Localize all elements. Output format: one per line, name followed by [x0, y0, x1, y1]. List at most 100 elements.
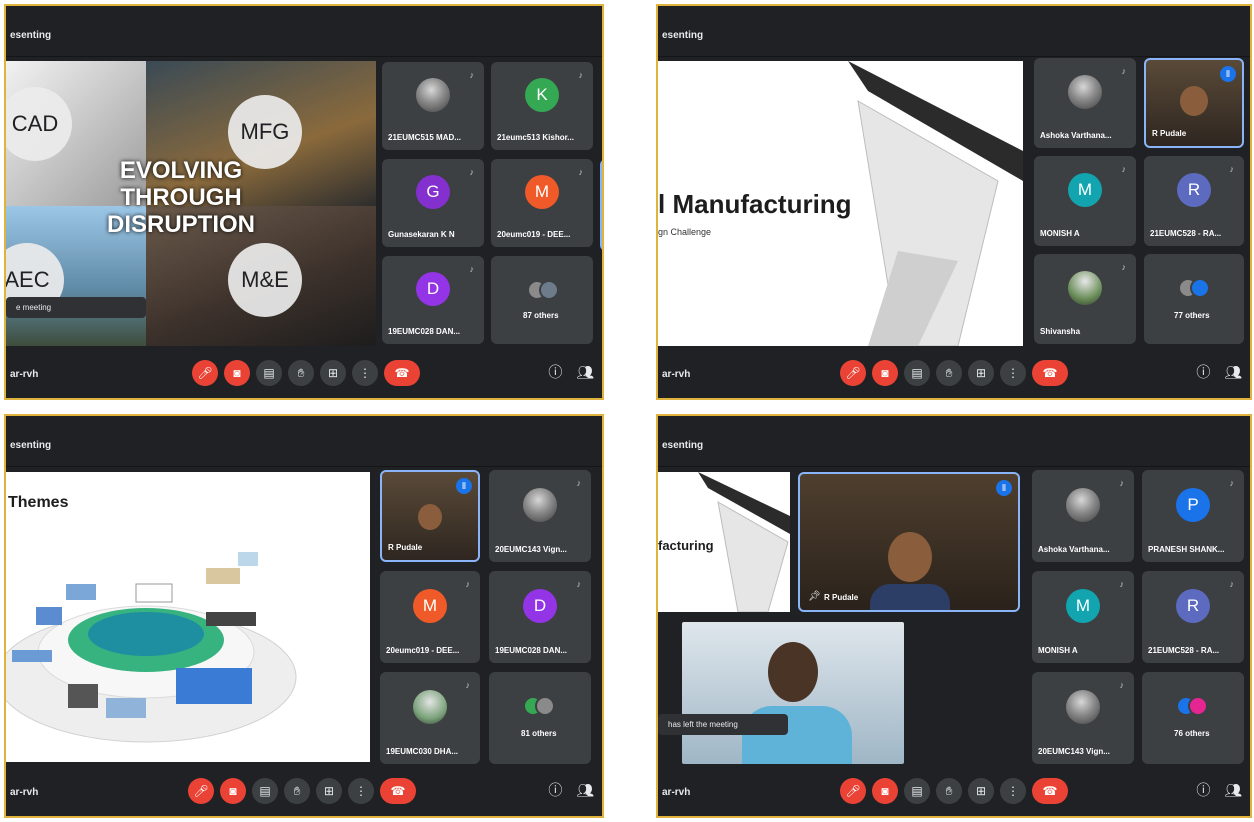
participant-name: 19EUMC028 DAN... [388, 327, 461, 336]
participant-tile[interactable]: K ♪ 21eumc513 Kishor... [491, 62, 593, 150]
participant-tile[interactable]: ♪ Ashoka Varthana... [1032, 470, 1134, 562]
more-options-button[interactable]: ⋮ [1000, 778, 1026, 804]
participant-name: 21eumc513 Kishor... [497, 133, 574, 142]
speaking-indicator-icon: ⦀ [456, 478, 472, 494]
captions-button[interactable]: ▤ [256, 360, 282, 386]
mic-off-button[interactable]: 🎤︎ [840, 360, 866, 386]
participant-tile[interactable]: D ♪ 19EUMC028 DAN... [382, 256, 484, 344]
others-tile[interactable]: 76 others [1142, 672, 1244, 764]
participant-video-tile[interactable]: ⦀ R Pudale [1144, 58, 1244, 148]
camera-off-button[interactable]: ◙ [220, 778, 246, 804]
participant-avatar: R [1176, 588, 1210, 623]
participant-tile[interactable]: ♪ 20EUMC143 Vign... [489, 470, 591, 562]
others-avatar [1188, 696, 1208, 716]
leave-call-button[interactable]: ☎︎ [384, 360, 420, 386]
participant-tile[interactable]: M ♪ MONISH A [1034, 156, 1136, 246]
mic-off-button[interactable]: 🎤︎ [188, 778, 214, 804]
participant-photo [1066, 487, 1100, 522]
others-avatar [539, 280, 559, 300]
others-avatar [535, 696, 555, 716]
raise-hand-button[interactable]: ✋︎ [288, 360, 314, 386]
raise-hand-button[interactable]: ✋︎ [284, 778, 310, 804]
presenting-label: esenting [662, 440, 704, 451]
mic-off-button[interactable]: 🎤︎ [192, 360, 218, 386]
presenting-label: esenting [10, 30, 52, 41]
presenting-bar: esenting [658, 6, 1250, 57]
leave-call-button[interactable]: ☎︎ [1032, 360, 1068, 386]
meet-panel-4: esenting facturing ⦀ 📌︎ R Pudale has lef… [656, 414, 1252, 818]
people-icon[interactable]: 👥︎ [576, 364, 594, 380]
participant-tile[interactable]: M ♪ 20eumc019 - DEE... [380, 571, 480, 663]
captions-button[interactable]: ▤ [904, 778, 930, 804]
participant-tile[interactable]: ♪ Shivansha [1034, 254, 1136, 344]
slide-subtitle: gn Challenge [658, 227, 712, 237]
presenter-video-tile[interactable]: ⦀ 📌︎ R Pudale [798, 472, 1020, 612]
mic-off-icon: ♪ [576, 478, 582, 488]
meeting-code: ar-rvh [10, 787, 39, 798]
captions-button[interactable]: ▤ [252, 778, 278, 804]
present-button[interactable]: ⊞ [968, 360, 994, 386]
present-button[interactable]: ⊞ [320, 360, 346, 386]
participant-name: 19EUMC028 DAN... [495, 646, 568, 655]
others-tile[interactable]: 77 others [1144, 254, 1244, 344]
participant-name: 20EUMC143 Vign... [495, 545, 567, 554]
others-tile[interactable]: 81 others [489, 672, 591, 764]
more-options-button[interactable]: ⋮ [348, 778, 374, 804]
participant-tile[interactable]: R ♪ 21EUMC528 - RA... [1144, 156, 1244, 246]
mic-off-icon: ♪ [469, 264, 475, 274]
left-meeting-toast: has left the meeting [658, 714, 788, 735]
call-controls: 🎤︎ ◙ ▤ ✋︎ ⊞ ⋮ ☎︎ [840, 360, 1070, 386]
participant-tile[interactable]: M ♪ MONISH A [1032, 571, 1134, 663]
others-count: 81 others [521, 729, 557, 738]
participant-tile[interactable]: P ♪ PRANESH SHANK... [1142, 470, 1244, 562]
presentation-slide: l Manufacturing gn Challenge [658, 61, 1023, 346]
participant-name: 21EUMC528 - RA... [1150, 229, 1222, 238]
participant-tile[interactable]: ♪ 20EUMC143 Vign... [1032, 672, 1134, 764]
presentation-slide: Themes [6, 472, 370, 762]
mic-off-button[interactable]: 🎤︎ [840, 778, 866, 804]
people-icon[interactable]: 👥︎ [1224, 782, 1242, 798]
mic-off-icon: ♪ [1119, 478, 1125, 488]
info-icon[interactable]: ⓘ [1196, 782, 1210, 798]
participant-name: MONISH A [1038, 646, 1078, 655]
camera-off-button[interactable]: ◙ [872, 778, 898, 804]
meeting-code: ar-rvh [10, 369, 39, 380]
participant-tile[interactable]: ♪ Ashoka Varthana... [1034, 58, 1136, 148]
call-controls: 🎤︎ ◙ ▤ ✋︎ ⊞ ⋮ ☎︎ [188, 778, 418, 804]
participant-tile[interactable]: R ♪ 21EUMC528 - RA... [1142, 571, 1244, 663]
participant-name: 21EUMC528 - RA... [1148, 646, 1220, 655]
leave-call-button[interactable]: ☎︎ [380, 778, 416, 804]
right-icons: ⓘ 👥︎ [1196, 362, 1242, 382]
camera-off-button[interactable]: ◙ [872, 360, 898, 386]
people-icon[interactable]: 👥︎ [1224, 364, 1242, 380]
participant-video-tile[interactable]: ⦀ R Pudale [380, 470, 480, 562]
info-icon[interactable]: ⓘ [548, 782, 562, 798]
raise-hand-button[interactable]: ✋︎ [936, 360, 962, 386]
leave-call-button[interactable]: ☎︎ [1032, 778, 1068, 804]
mic-off-icon: ♪ [469, 70, 475, 80]
participant-tile[interactable]: ♪ 19EUMC030 DHA... [380, 672, 480, 764]
info-icon[interactable]: ⓘ [548, 364, 562, 380]
info-icon[interactable]: ⓘ [1196, 364, 1210, 380]
participant-name: R Pudale [388, 543, 423, 552]
participant-tile[interactable]: D ♪ 19EUMC028 DAN... [489, 571, 591, 663]
present-button[interactable]: ⊞ [968, 778, 994, 804]
present-button[interactable]: ⊞ [316, 778, 342, 804]
participant-tile[interactable]: M ♪ 20eumc019 - DEE... [491, 159, 593, 247]
self-video-tile[interactable] [682, 622, 904, 764]
others-tile[interactable]: 87 others [491, 256, 593, 344]
participant-name: Shivansha [1040, 327, 1081, 336]
others-count: 77 others [1174, 311, 1210, 320]
participant-avatar: D [416, 272, 450, 307]
participant-tile[interactable]: G ♪ Gunasekaran K N [382, 159, 484, 247]
captions-button[interactable]: ▤ [904, 360, 930, 386]
mic-off-icon: ♪ [1229, 478, 1235, 488]
raise-hand-button[interactable]: ✋︎ [936, 778, 962, 804]
participant-name: MONISH A [1040, 229, 1080, 238]
people-icon[interactable]: 👥︎ [576, 782, 594, 798]
speaking-indicator-icon: ⦀ [996, 480, 1012, 496]
more-options-button[interactable]: ⋮ [1000, 360, 1026, 386]
camera-off-button[interactable]: ◙ [224, 360, 250, 386]
more-options-button[interactable]: ⋮ [352, 360, 378, 386]
participant-tile[interactable]: ♪ 21EUMC515 MAD... [382, 62, 484, 150]
